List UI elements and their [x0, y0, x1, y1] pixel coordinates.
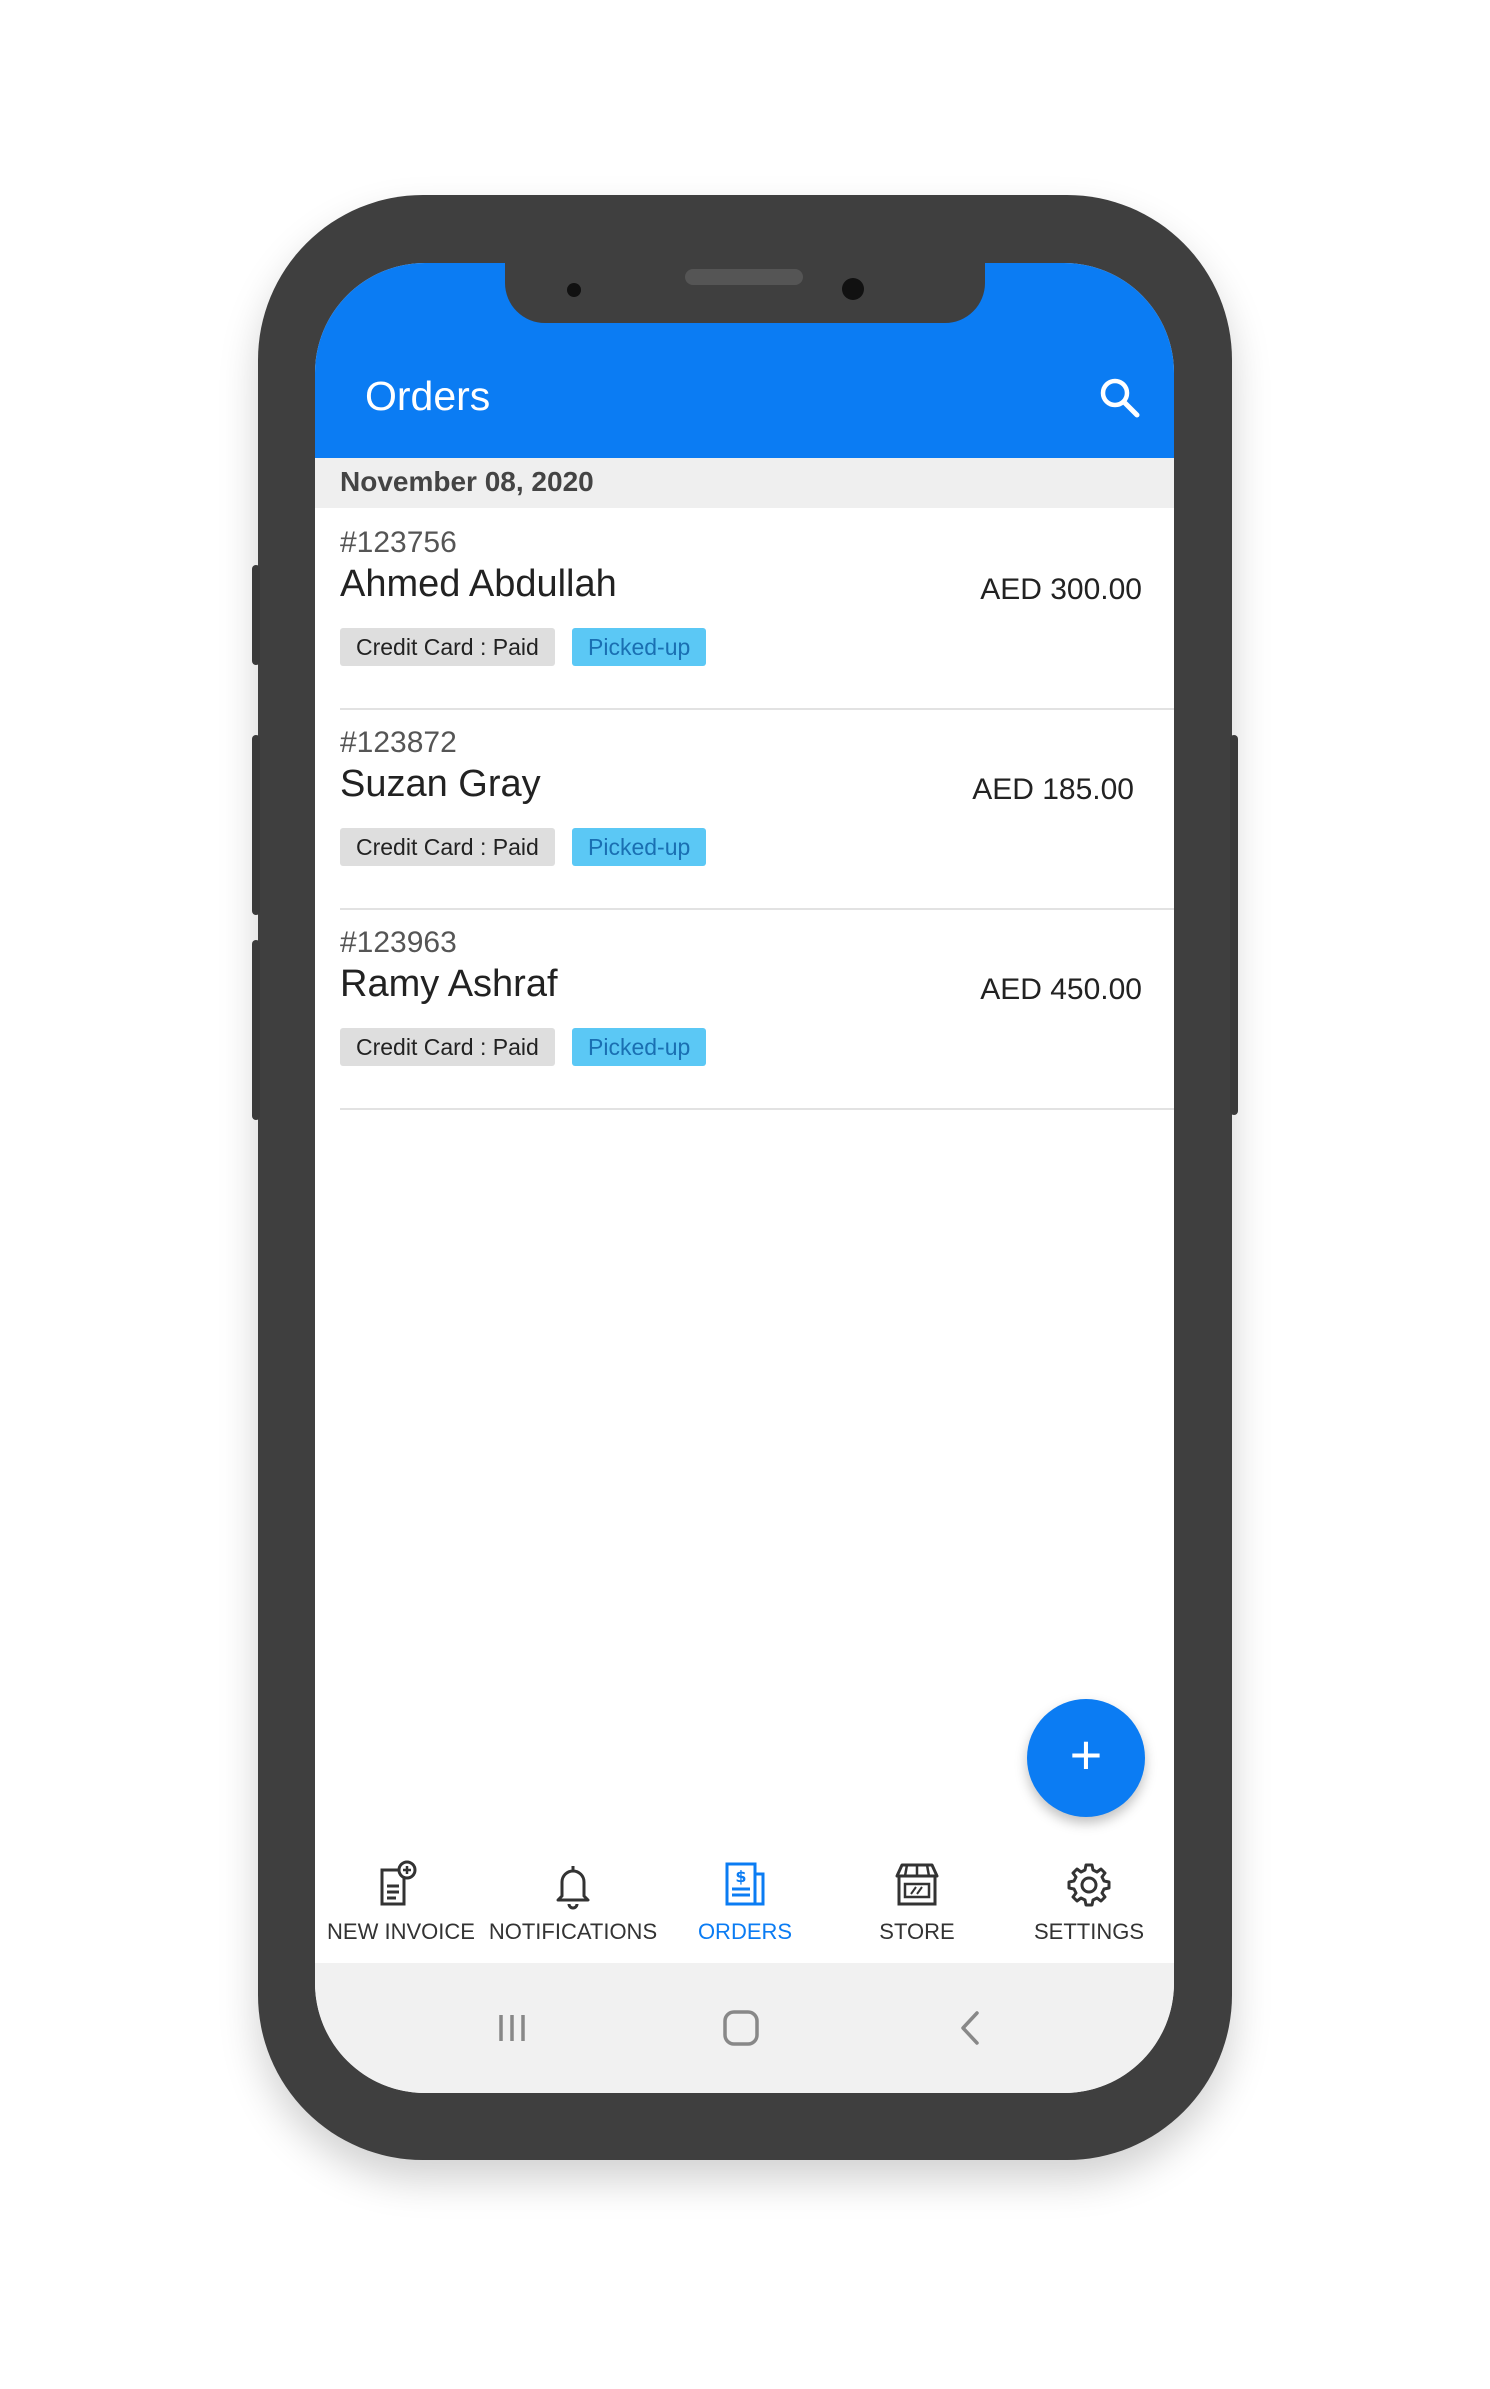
- volume-up-button: [252, 735, 260, 915]
- sensor: [567, 283, 581, 297]
- nav-label: NOTIFICATIONS: [488, 1919, 658, 1944]
- screen: Orders November 08, 2020 #123756 Ahmed A…: [315, 263, 1174, 2093]
- date-label: November 08, 2020: [340, 466, 594, 497]
- nav-label: STORE: [879, 1919, 955, 1944]
- notch: [505, 263, 985, 323]
- nav-item-notifications[interactable]: NOTIFICATIONS: [487, 1843, 659, 1963]
- back-icon[interactable]: [940, 2003, 1000, 2053]
- payment-badge: Credit Card : Paid: [340, 828, 555, 866]
- payment-badge: Credit Card : Paid: [340, 1028, 555, 1066]
- new-invoice-icon: [376, 1860, 426, 1910]
- customer-name: Suzan Gray: [340, 763, 541, 805]
- payment-badge: Credit Card : Paid: [340, 628, 555, 666]
- status-badge: Picked-up: [572, 628, 707, 666]
- orders-icon: $: [720, 1860, 770, 1910]
- power-button: [1230, 735, 1238, 1115]
- search-icon[interactable]: [1095, 373, 1143, 421]
- plus-icon: +: [1069, 1723, 1103, 1786]
- order-id: #123872: [340, 726, 457, 759]
- order-row[interactable]: #123756 Ahmed Abdullah AED 300.00 Credit…: [340, 508, 1174, 710]
- bottom-nav: NEW INVOICE NOTIFICATIONS $ ORDERS STORE…: [315, 1843, 1174, 1963]
- phone-frame: Orders November 08, 2020 #123756 Ahmed A…: [252, 195, 1238, 2160]
- svg-text:$: $: [735, 1867, 746, 1886]
- gear-icon: [1064, 1860, 1114, 1910]
- customer-name: Ahmed Abdullah: [340, 563, 617, 605]
- nav-label: ORDERS: [697, 1919, 793, 1944]
- order-row[interactable]: #123872 Suzan Gray AED 185.00 Credit Car…: [340, 708, 1174, 910]
- order-id: #123963: [340, 926, 457, 959]
- recent-apps-icon[interactable]: [482, 2003, 542, 2053]
- order-amount: AED 450.00: [980, 973, 1142, 1006]
- status-badge: Picked-up: [572, 828, 707, 866]
- speaker: [685, 269, 803, 285]
- order-id: #123756: [340, 526, 457, 559]
- system-navigation-bar: [315, 1963, 1174, 2093]
- nav-label: NEW INVOICE: [327, 1919, 475, 1944]
- nav-item-settings[interactable]: SETTINGS: [1003, 1843, 1174, 1963]
- volume-down-button: [252, 940, 260, 1120]
- front-camera: [842, 278, 864, 300]
- add-order-button[interactable]: +: [1027, 1699, 1145, 1817]
- customer-name: Ramy Ashraf: [340, 963, 558, 1005]
- store-icon: [892, 1860, 942, 1910]
- status-badge: Picked-up: [572, 1028, 707, 1066]
- nav-item-store[interactable]: STORE: [831, 1843, 1003, 1963]
- home-icon[interactable]: [711, 2003, 771, 2053]
- order-amount: AED 185.00: [972, 773, 1134, 806]
- order-amount: AED 300.00: [980, 573, 1142, 606]
- order-row[interactable]: #123963 Ramy Ashraf AED 450.00 Credit Ca…: [340, 908, 1174, 1110]
- volume-button: [252, 565, 260, 665]
- date-header: November 08, 2020: [315, 458, 1174, 508]
- app-bar: Orders: [315, 263, 1174, 458]
- nav-item-orders[interactable]: $ ORDERS: [659, 1843, 831, 1963]
- nav-item-new-invoice[interactable]: NEW INVOICE: [315, 1843, 487, 1963]
- page-title: Orders: [365, 373, 491, 419]
- nav-label: SETTINGS: [1033, 1919, 1144, 1944]
- bell-icon: [548, 1860, 598, 1910]
